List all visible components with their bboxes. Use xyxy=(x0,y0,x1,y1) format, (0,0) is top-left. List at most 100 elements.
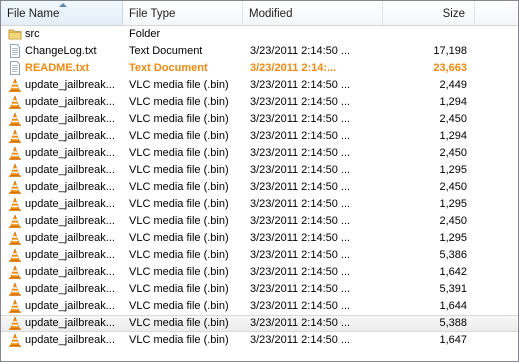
file-type-cell: Text Document xyxy=(129,62,208,74)
file-type-cell: VLC media file (.bin) xyxy=(129,198,229,210)
modified-cell: 3/23/2011 2:14:50 ... xyxy=(250,334,351,346)
vlc-cone-icon xyxy=(8,333,22,347)
file-row[interactable]: README.txt Text Document 3/23/2011 2:14:..… xyxy=(1,60,518,77)
file-name-cell: ChangeLog.txt xyxy=(25,45,97,57)
modified-cell: 3/23/2011 2:14:50 ... xyxy=(250,249,351,261)
modified-cell: 3/23/2011 2:14:50 ... xyxy=(250,45,351,57)
modified-cell: 3/23/2011 2:14:50 ... xyxy=(250,232,351,244)
modified-cell: 3/23/2011 2:14:50 ... xyxy=(250,181,351,193)
file-type-cell: VLC media file (.bin) xyxy=(129,147,229,159)
file-row[interactable]: update_jailbreak... VLC media file (.bin)… xyxy=(1,77,518,94)
file-row[interactable]: src Folder xyxy=(1,26,518,43)
size-cell: 2,450 xyxy=(439,181,467,193)
modified-cell: 3/23/2011 2:14:50 ... xyxy=(250,266,351,278)
file-row[interactable]: update_jailbreak... VLC media file (.bin)… xyxy=(1,298,518,315)
file-row[interactable]: update_jailbreak... VLC media file (.bin)… xyxy=(1,213,518,230)
file-name-cell: update_jailbreak... xyxy=(25,198,115,210)
file-rows: src Folder ChangeLog.txt Text Document 3/23/… xyxy=(1,26,518,349)
vlc-cone-icon xyxy=(8,197,22,211)
file-row[interactable]: ChangeLog.txt Text Document 3/23/2011 2:14… xyxy=(1,43,518,60)
file-type-cell: VLC media file (.bin) xyxy=(129,215,229,227)
file-type-cell: VLC media file (.bin) xyxy=(129,113,229,125)
file-name-cell: update_jailbreak... xyxy=(25,113,115,125)
file-row[interactable]: update_jailbreak... VLC media file (.bin)… xyxy=(1,247,518,264)
size-cell: 1,294 xyxy=(439,96,467,108)
size-cell: 1,642 xyxy=(439,266,467,278)
file-type-cell: VLC media file (.bin) xyxy=(129,232,229,244)
vlc-cone-icon xyxy=(8,214,22,228)
modified-cell: 3/23/2011 2:14:50 ... xyxy=(250,130,351,142)
column-header-file-name[interactable]: File Name xyxy=(1,1,123,25)
file-row[interactable]: update_jailbreak... VLC media file (.bin)… xyxy=(1,111,518,128)
vlc-cone-icon xyxy=(8,78,22,92)
file-row[interactable]: update_jailbreak... VLC media file (.bin)… xyxy=(1,230,518,247)
file-row[interactable]: update_jailbreak... VLC media file (.bin)… xyxy=(1,94,518,111)
column-header-file-type[interactable]: File Type xyxy=(123,1,243,25)
file-row[interactable]: update_jailbreak... VLC media file (.bin)… xyxy=(1,332,518,349)
file-type-cell: VLC media file (.bin) xyxy=(129,79,229,91)
modified-cell: 3/23/2011 2:14:50 ... xyxy=(250,317,351,329)
column-header-label: Modified xyxy=(249,8,293,20)
modified-cell: 3/23/2011 2:14:50 ... xyxy=(250,283,351,295)
column-header-filler xyxy=(475,1,518,25)
file-row[interactable]: update_jailbreak... VLC media file (.bin)… xyxy=(1,264,518,281)
vlc-cone-icon xyxy=(8,316,22,330)
text-file-icon xyxy=(8,61,22,75)
file-row[interactable]: update_jailbreak... VLC media file (.bin)… xyxy=(1,281,518,298)
file-type-cell: VLC media file (.bin) xyxy=(129,283,229,295)
vlc-cone-icon xyxy=(8,112,22,126)
modified-cell: 3/23/2011 2:14:50 ... xyxy=(250,147,351,159)
file-row[interactable]: update_jailbreak... VLC media file (.bin)… xyxy=(1,145,518,162)
column-header-modified[interactable]: Modified xyxy=(243,1,383,25)
modified-cell: 3/23/2011 2:14:50 ... xyxy=(250,164,351,176)
file-type-cell: VLC media file (.bin) xyxy=(129,181,229,193)
file-type-cell: VLC media file (.bin) xyxy=(129,96,229,108)
vlc-cone-icon xyxy=(8,265,22,279)
modified-cell: 3/23/2011 2:14:50 ... xyxy=(250,300,351,312)
vlc-cone-icon xyxy=(8,248,22,262)
file-type-cell: VLC media file (.bin) xyxy=(129,334,229,346)
file-row[interactable]: update_jailbreak... VLC media file (.bin)… xyxy=(1,162,518,179)
size-cell: 23,663 xyxy=(433,62,467,74)
file-type-cell: VLC media file (.bin) xyxy=(129,300,229,312)
vlc-cone-icon xyxy=(8,231,22,245)
size-cell: 1,644 xyxy=(439,300,467,312)
vlc-cone-icon xyxy=(8,180,22,194)
size-cell: 5,386 xyxy=(439,249,467,261)
size-cell: 1,295 xyxy=(439,164,467,176)
file-row[interactable]: update_jailbreak... VLC media file (.bin)… xyxy=(1,315,518,332)
file-name-cell: update_jailbreak... xyxy=(25,266,115,278)
file-row[interactable]: update_jailbreak... VLC media file (.bin)… xyxy=(1,128,518,145)
file-type-cell: VLC media file (.bin) xyxy=(129,249,229,261)
size-cell: 2,450 xyxy=(439,147,467,159)
column-header-size[interactable]: Size xyxy=(383,1,475,25)
size-cell: 2,450 xyxy=(439,215,467,227)
vlc-cone-icon xyxy=(8,146,22,160)
modified-cell: 3/23/2011 2:14:50 ... xyxy=(250,113,351,125)
file-name-cell: update_jailbreak... xyxy=(25,130,115,142)
column-header-label: File Type xyxy=(129,8,176,20)
file-row[interactable]: update_jailbreak... VLC media file (.bin)… xyxy=(1,196,518,213)
size-cell: 2,450 xyxy=(439,113,467,125)
size-cell: 1,295 xyxy=(439,198,467,210)
sort-ascending-icon xyxy=(59,3,67,7)
file-name-cell: update_jailbreak... xyxy=(25,164,115,176)
file-name-cell: update_jailbreak... xyxy=(25,249,115,261)
column-header-label: Size xyxy=(442,8,465,20)
file-name-cell: src xyxy=(25,28,40,40)
file-row[interactable]: update_jailbreak... VLC media file (.bin)… xyxy=(1,179,518,196)
size-cell: 1,294 xyxy=(439,130,467,142)
file-type-cell: Text Document xyxy=(129,45,203,57)
file-name-cell: update_jailbreak... xyxy=(25,147,115,159)
vlc-cone-icon xyxy=(8,95,22,109)
file-name-cell: update_jailbreak... xyxy=(25,79,115,91)
size-cell: 1,647 xyxy=(439,334,467,346)
column-header-label: File Name xyxy=(7,8,60,20)
file-name-cell: update_jailbreak... xyxy=(25,334,115,346)
file-type-cell: VLC media file (.bin) xyxy=(129,317,229,329)
vlc-cone-icon xyxy=(8,299,22,313)
modified-cell: 3/23/2011 2:14:50 ... xyxy=(250,79,351,91)
file-name-cell: update_jailbreak... xyxy=(25,96,115,108)
file-name-cell: update_jailbreak... xyxy=(25,300,115,312)
vlc-cone-icon xyxy=(8,282,22,296)
